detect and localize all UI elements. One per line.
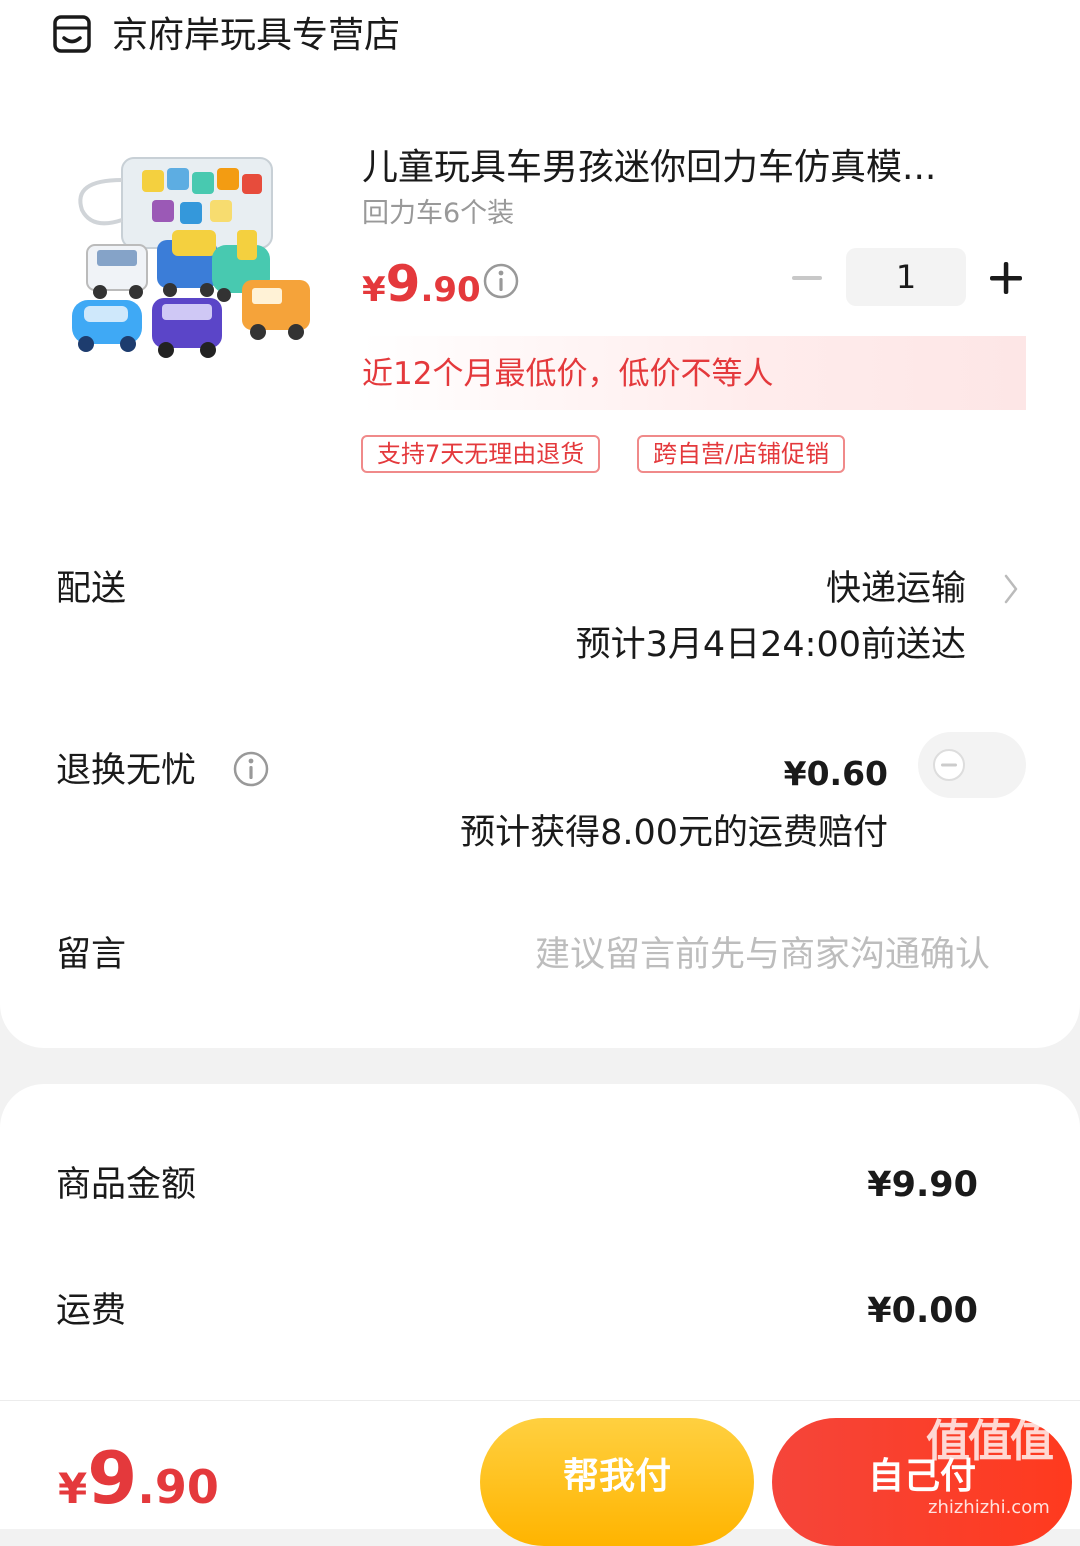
- chevron-right-icon[interactable]: [1002, 572, 1020, 606]
- goods-amount-label: 商品金额: [56, 1165, 197, 1205]
- delivery-eta: 预计3月4日24:00前送达: [575, 625, 966, 665]
- toggle-off-icon: [933, 749, 965, 781]
- total-decimal: .90: [137, 1460, 219, 1514]
- tag-promotion: 跨自营/店铺促销: [637, 435, 846, 473]
- watermark-url: zhizhizhi.com: [928, 1497, 1050, 1518]
- return-info-icon[interactable]: [232, 750, 270, 788]
- total-price: ¥9.90: [58, 1436, 219, 1540]
- tag-7day-return: 支持7天无理由退货: [361, 435, 601, 473]
- help-me-pay-button[interactable]: 帮我付: [480, 1418, 754, 1546]
- toy-cars-product-image[interactable]: [62, 150, 324, 382]
- quantity-decrease-button[interactable]: [790, 266, 824, 290]
- total-currency: ¥: [58, 1464, 88, 1513]
- shipping-fee-label: 运费: [56, 1291, 127, 1331]
- price-info-icon[interactable]: [482, 262, 520, 300]
- delivery-method[interactable]: 快递运输: [780, 566, 966, 612]
- lowest-price-text: 近12个月最低价，低价不等人: [362, 356, 774, 392]
- return-insurance-note: 预计获得8.00元的运费赔付: [460, 813, 888, 853]
- product-spec[interactable]: 回力车6个装: [362, 196, 514, 232]
- product-title[interactable]: 儿童玩具车男孩迷你回力车仿真模...: [362, 144, 982, 192]
- quantity-increase-button[interactable]: [988, 260, 1024, 296]
- return-insurance-price: ¥0.60: [783, 754, 888, 793]
- quantity-value[interactable]: 1: [846, 248, 966, 306]
- store-name[interactable]: 京府岸玩具专营店: [112, 12, 400, 60]
- total-integer: 9: [87, 1436, 138, 1520]
- price-currency: ¥: [362, 270, 386, 310]
- product-price: ¥9.90: [362, 252, 481, 328]
- message-input[interactable]: [420, 928, 990, 982]
- watermark: 值值值: [926, 1416, 1054, 1467]
- shipping-fee-value: ¥0.00: [867, 1291, 978, 1331]
- store-icon: [53, 15, 91, 53]
- price-integer: 9: [385, 255, 421, 313]
- goods-amount-value: ¥9.90: [867, 1165, 978, 1205]
- message-label: 留言: [56, 935, 127, 975]
- return-insurance-label: 退换无忧: [56, 751, 197, 791]
- delivery-label: 配送: [56, 569, 127, 609]
- price-decimal: .90: [420, 270, 481, 310]
